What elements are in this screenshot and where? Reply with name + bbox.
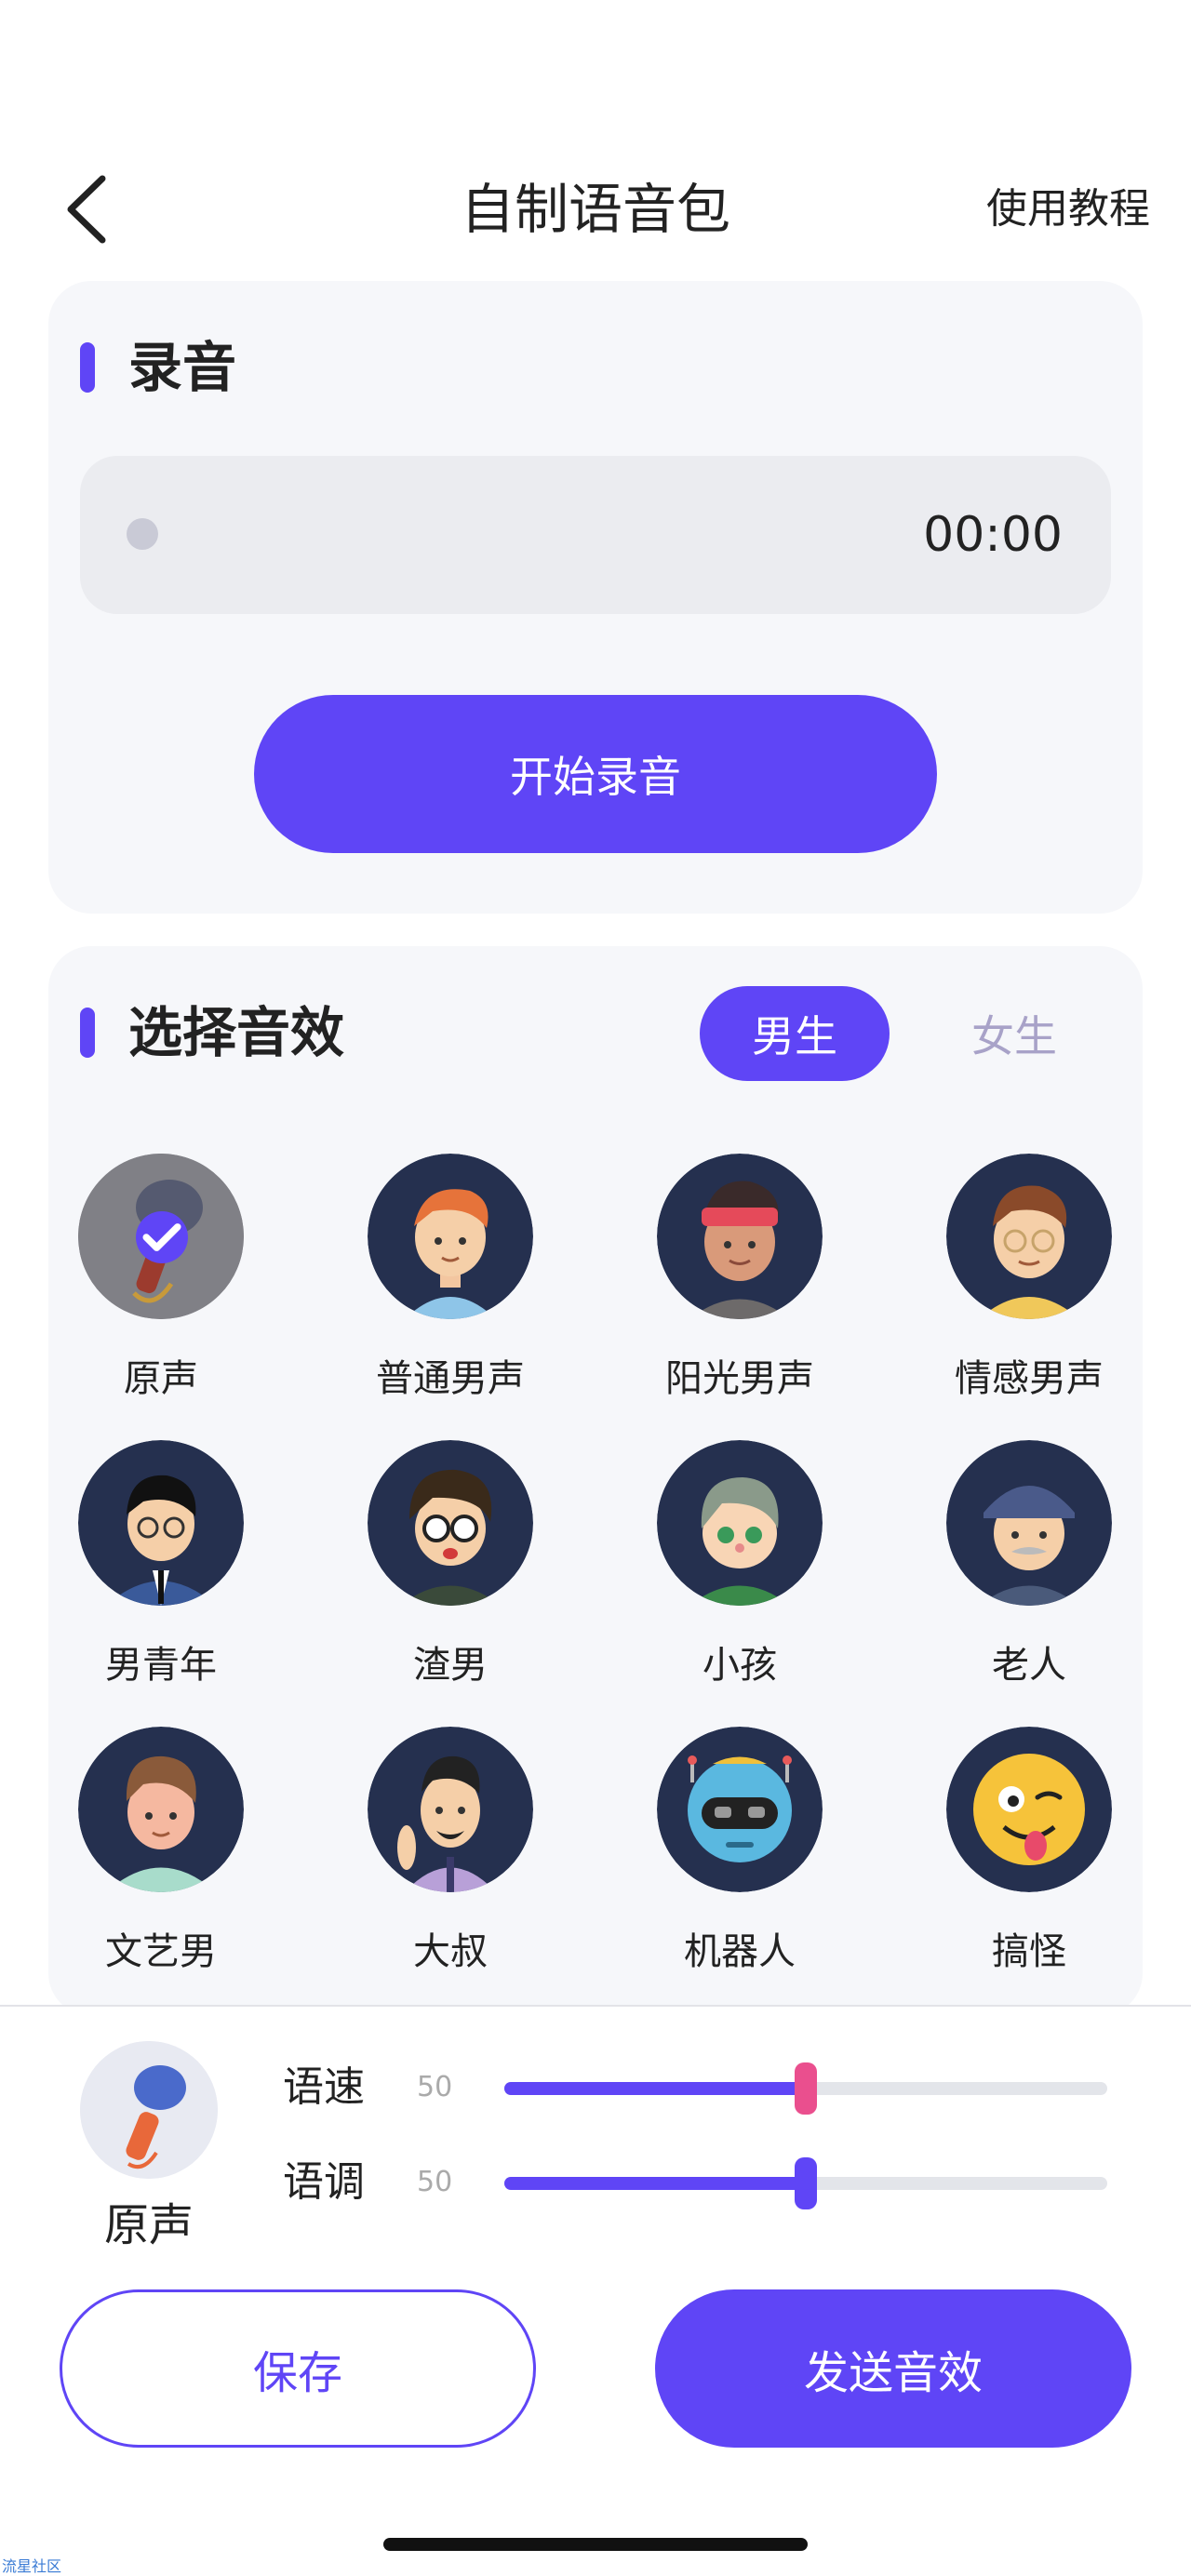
speed-value: 50 (417, 2071, 453, 2103)
microphone-icon (80, 2041, 218, 2179)
young-man-avatar (78, 1440, 244, 1606)
check-icon (136, 1211, 188, 1263)
section-accent-bar (80, 1008, 95, 1058)
effect-item-old-man[interactable]: 老人 (927, 1440, 1131, 1691)
home-indicator (383, 2538, 808, 2551)
effect-item-ordinary-male[interactable]: 普通男声 (348, 1154, 553, 1405)
effect-item-original[interactable]: 原声 (59, 1154, 263, 1405)
uncle-avatar (368, 1727, 533, 1892)
pitch-slider-thumb[interactable] (795, 2157, 817, 2209)
old-man-avatar (946, 1440, 1112, 1606)
effect-item-robot[interactable]: 机器人 (637, 1727, 842, 1978)
effect-item-uncle[interactable]: 大叔 (348, 1727, 553, 1978)
effect-item-young-male[interactable]: 男青年 (59, 1440, 263, 1691)
tab-male[interactable]: 男生 (700, 986, 890, 1081)
selected-effect-name: 原声 (103, 2199, 194, 2251)
effect-item-emotional-male[interactable]: 情感男声 (927, 1154, 1131, 1405)
tutorial-link[interactable]: 使用教程 (986, 177, 1150, 242)
watermark-text: 流星社区 (2, 2557, 62, 2575)
effect-item-child[interactable]: 小孩 (637, 1440, 842, 1691)
effect-item-sunny-male[interactable]: 阳光男声 (637, 1154, 842, 1405)
effects-section-title: 选择音效 (128, 1001, 345, 1064)
effect-item-artsy-male[interactable]: 文艺男 (59, 1727, 263, 1978)
record-section-title: 录音 (128, 336, 237, 399)
speed-slider-thumb[interactable] (795, 2062, 817, 2115)
recording-indicator-dot (127, 518, 158, 550)
speed-slider-fill (504, 2082, 806, 2095)
funny-emoji-avatar (946, 1727, 1112, 1892)
emotional-man-avatar (946, 1154, 1112, 1319)
effect-label: 普通男声 (376, 1357, 525, 1400)
effect-label: 大叔 (413, 1930, 488, 1973)
sunny-boy-avatar (657, 1154, 823, 1319)
effect-label: 老人 (992, 1644, 1066, 1687)
effect-label: 阳光男声 (665, 1357, 814, 1400)
effect-item-playboy[interactable]: 渣男 (348, 1440, 553, 1691)
effect-label: 小孩 (703, 1644, 777, 1687)
speed-slider[interactable] (504, 2062, 1107, 2115)
save-button[interactable]: 保存 (60, 2289, 536, 2448)
pitch-value: 50 (417, 2166, 453, 2198)
effect-label: 男青年 (105, 1644, 217, 1687)
speed-label: 语速 (283, 2063, 365, 2111)
effect-item-funny[interactable]: 搞怪 (927, 1727, 1131, 1978)
recording-timer: 00:00 (923, 507, 1063, 563)
child-avatar (657, 1440, 823, 1606)
ordinary-man-avatar (368, 1154, 533, 1319)
selected-effect-avatar (80, 2041, 218, 2179)
pitch-slider-fill (504, 2177, 806, 2190)
robot-avatar (657, 1727, 823, 1892)
microphone-avatar (78, 1154, 244, 1319)
start-recording-button[interactable]: 开始录音 (254, 695, 937, 853)
effect-label: 机器人 (684, 1930, 796, 1973)
effect-label: 情感男声 (955, 1357, 1104, 1400)
effect-label: 文艺男 (105, 1930, 217, 1973)
effect-label: 原声 (124, 1357, 198, 1400)
pitch-slider[interactable] (504, 2157, 1107, 2209)
effect-label: 渣男 (413, 1644, 488, 1687)
playboy-avatar (368, 1440, 533, 1606)
send-effect-button[interactable]: 发送音效 (655, 2289, 1131, 2448)
pitch-label: 语调 (283, 2158, 365, 2206)
effect-label: 搞怪 (992, 1930, 1066, 1973)
section-accent-bar (80, 342, 95, 393)
artsy-man-avatar (78, 1727, 244, 1892)
tab-female[interactable]: 女生 (940, 986, 1089, 1081)
